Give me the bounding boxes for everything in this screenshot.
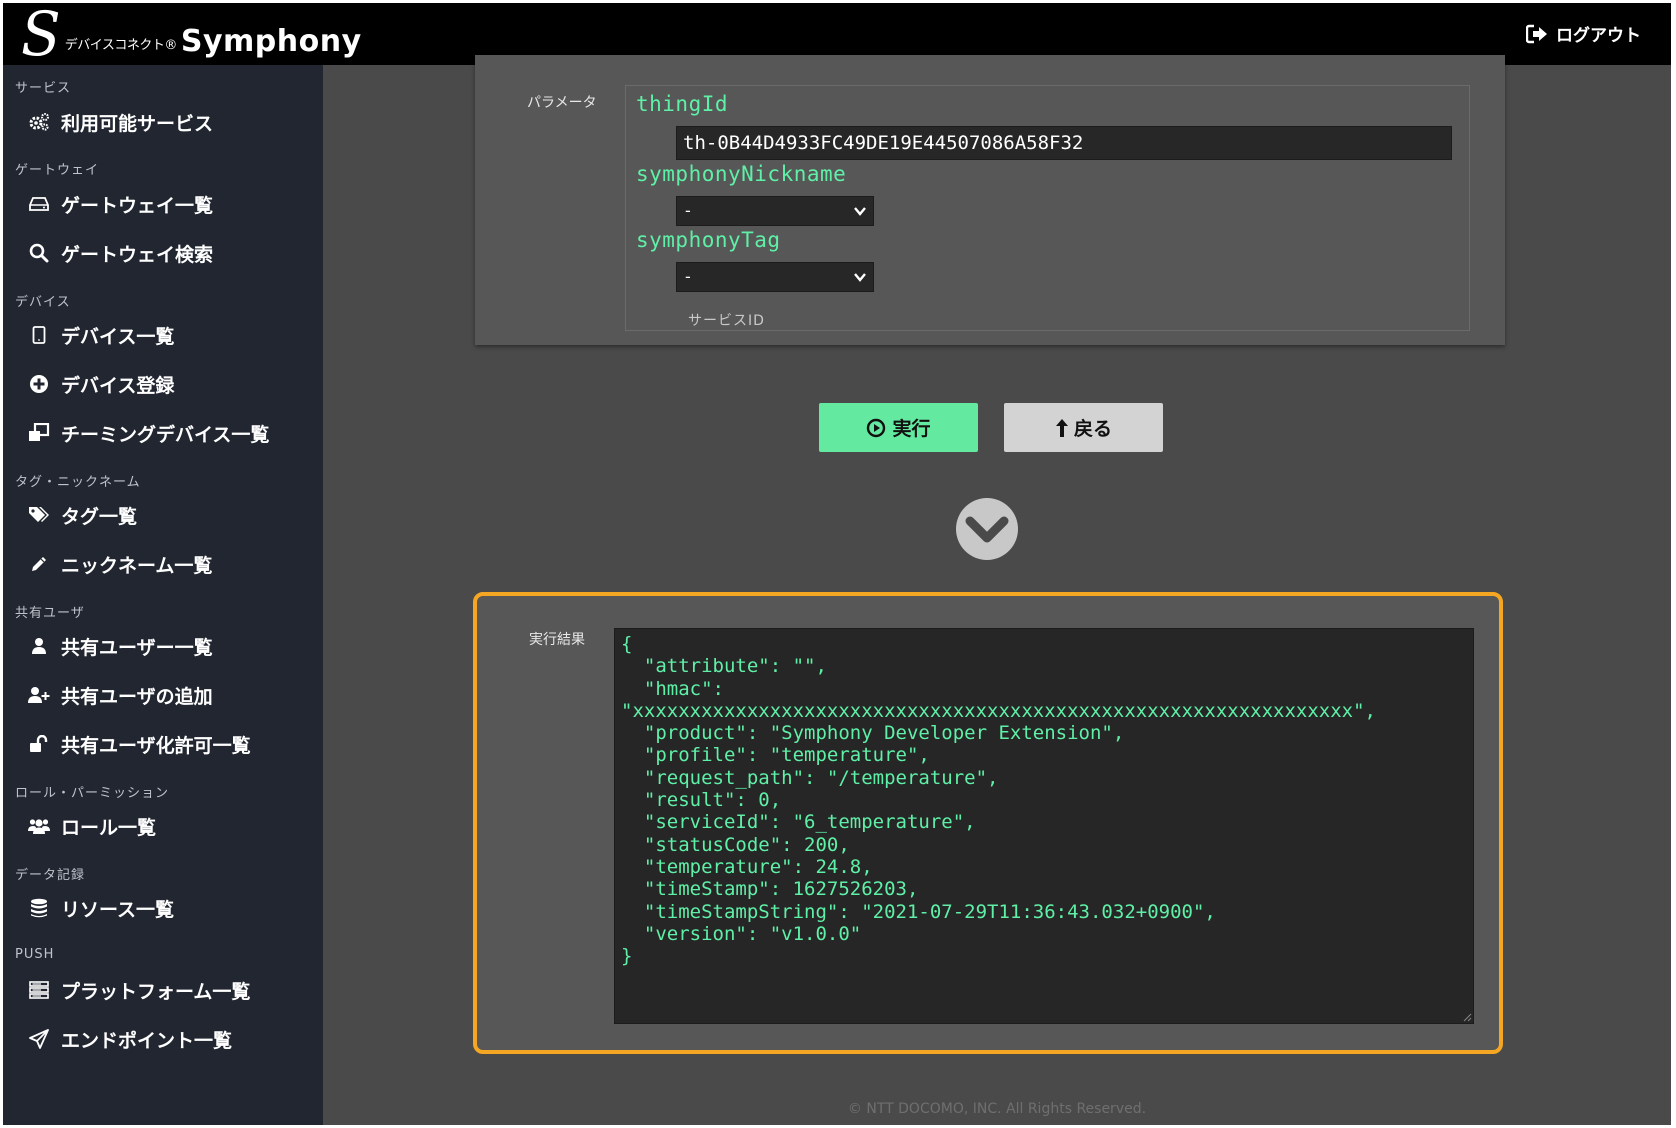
- pencil-icon: [27, 552, 51, 576]
- level-up-icon: [1055, 418, 1068, 437]
- logout-button[interactable]: ログアウト: [1526, 21, 1641, 46]
- parameter-box: thingId th-0B44D4933FC49DE19E44507086A58…: [625, 85, 1470, 331]
- run-button-label: 実行: [892, 418, 931, 440]
- sidebar-section-role-permission: ロール・パーミッション: [15, 786, 170, 801]
- sidebar-item-nickname-list[interactable]: ニックネーム一覧: [3, 547, 212, 581]
- result-textarea[interactable]: { "attribute": "", "hmac": "xxxxxxxxxxxx…: [614, 628, 1474, 1024]
- sidebar-item-shared-user-list[interactable]: 共有ユーザー一覧: [3, 629, 213, 663]
- logout-label: ログアウト: [1556, 26, 1641, 46]
- result-card: 実行結果 { "attribute": "", "hmac": "xxxxxxx…: [473, 592, 1503, 1054]
- sidebar-section-gateway: ゲートウェイ: [15, 163, 100, 178]
- symphony-logo[interactable]: S デバイスコネクト® Symphony: [21, 3, 362, 70]
- gears-icon: [27, 110, 51, 134]
- service-id-label: サービスID: [688, 313, 765, 329]
- sidebar-item-device-register[interactable]: デバイス登録: [3, 367, 174, 401]
- symphony-tag-select[interactable]: -: [676, 262, 874, 292]
- sidebar-item-label: 共有ユーザ化許可一覧: [61, 734, 251, 757]
- sidebar-item-available-services[interactable]: 利用可能サービス: [3, 105, 213, 139]
- sidebar-item-label: エンドポイント一覧: [61, 1029, 233, 1052]
- back-button-label: 戻る: [1073, 418, 1112, 440]
- hdd-icon: [27, 192, 51, 216]
- footer-copyright: © NTT DOCOMO, INC. All Rights Reserved.: [847, 1101, 1147, 1117]
- user-plus-icon: [27, 683, 51, 707]
- sidebar-item-tag-list[interactable]: タグ一覧: [3, 498, 137, 532]
- user-icon: [27, 634, 51, 658]
- sidebar-item-gateway-list[interactable]: ゲートウェイ一覧: [3, 187, 213, 221]
- sidebar-item-endpoint-list[interactable]: エンドポイント一覧: [3, 1022, 232, 1056]
- sidebar-section-tag-nickname: タグ・ニックネーム: [15, 475, 141, 490]
- sidebar-section-data-record: データ記録: [15, 868, 86, 883]
- search-icon: [27, 241, 51, 265]
- thing-id-input[interactable]: th-0B44D4933FC49DE19E44507086A58F32: [676, 126, 1452, 160]
- symphony-nickname-select[interactable]: -: [676, 196, 874, 226]
- sidebar-section-service: サービス: [15, 81, 72, 96]
- sidebar-item-label: ニックネーム一覧: [61, 554, 213, 577]
- sidebar-item-label: 共有ユーザー一覧: [61, 636, 213, 659]
- sidebar-item-device-list[interactable]: デバイス一覧: [3, 318, 174, 352]
- play-circle-icon: [867, 418, 886, 437]
- sidebar-item-teaming-device-list[interactable]: チーミングデバイス一覧: [3, 416, 269, 450]
- chevron-circle-down-icon: [956, 498, 1018, 560]
- sidebar-item-label: プラットフォーム一覧: [61, 980, 251, 1003]
- sidebar-item-label: デバイス登録: [61, 374, 175, 397]
- server-icon: [27, 978, 51, 1002]
- logo-sub-text: デバイスコネクト®: [64, 38, 178, 53]
- plus-circle-icon: [27, 372, 51, 396]
- sidebar: サービス 利用可能サービス ゲートウェイ ゲートウェイ一覧 ゲートウェイ検索 デ…: [3, 65, 323, 1125]
- back-button[interactable]: 戻る: [1004, 403, 1163, 452]
- sidebar-item-add-shared-user[interactable]: 共有ユーザの追加: [3, 678, 213, 712]
- clone-icon: [27, 421, 51, 445]
- logo-name-text: Symphony: [180, 24, 362, 59]
- chevron-down-icon: [854, 273, 866, 282]
- sidebar-item-label: 利用可能サービス: [61, 112, 214, 135]
- paper-plane-icon: [27, 1027, 51, 1051]
- param-name-thing-id: thingId: [636, 92, 729, 116]
- sidebar-section-shared-user: 共有ユーザ: [15, 606, 85, 621]
- sidebar-item-label: ゲートウェイ一覧: [61, 194, 214, 217]
- logo-s-mark: S: [21, 3, 61, 70]
- users-icon: [27, 814, 51, 838]
- parameter-card: パラメータ thingId th-0B44D4933FC49DE19E44507…: [475, 55, 1505, 345]
- sidebar-section-device: デバイス: [15, 295, 71, 310]
- sidebar-item-label: 共有ユーザの追加: [61, 685, 213, 708]
- select-value: -: [685, 267, 691, 286]
- run-button[interactable]: 実行: [819, 403, 978, 452]
- sidebar-item-label: デバイス一覧: [61, 325, 175, 348]
- sign-out-icon: [1526, 24, 1547, 43]
- unlock-icon: [27, 732, 51, 756]
- select-value: -: [685, 201, 691, 220]
- sidebar-section-push: PUSH: [15, 947, 55, 962]
- sidebar-item-role-list[interactable]: ロール一覧: [3, 809, 156, 843]
- param-name-symphony-nickname: symphonyNickname: [636, 162, 847, 186]
- param-name-symphony-tag: symphonyTag: [636, 228, 781, 252]
- sidebar-item-label: チーミングデバイス一覧: [61, 423, 270, 446]
- resize-grip-icon[interactable]: [1462, 1012, 1472, 1022]
- sidebar-item-label: タグ一覧: [61, 505, 138, 528]
- tags-icon: [27, 503, 51, 527]
- sidebar-item-gateway-search[interactable]: ゲートウェイ検索: [3, 236, 213, 270]
- sidebar-item-platform-list[interactable]: プラットフォーム一覧: [3, 973, 250, 1007]
- sidebar-item-label: ロール一覧: [61, 816, 157, 839]
- main-content: パラメータ thingId th-0B44D4933FC49DE19E44507…: [323, 55, 1671, 1125]
- sidebar-item-shared-user-permission-list[interactable]: 共有ユーザ化許可一覧: [3, 727, 251, 761]
- parameter-label: パラメータ: [527, 95, 597, 111]
- result-label: 実行結果: [529, 632, 585, 648]
- tablet-icon: [27, 323, 51, 347]
- chevron-down-icon: [854, 207, 866, 216]
- sidebar-item-resource-list[interactable]: リソース一覧: [3, 891, 174, 925]
- database-icon: [27, 896, 51, 920]
- app-window: S デバイスコネクト® Symphony ログアウト サービス 利用可能サービス…: [3, 3, 1671, 1125]
- sidebar-item-label: ゲートウェイ検索: [61, 243, 214, 266]
- sidebar-item-label: リソース一覧: [61, 898, 175, 921]
